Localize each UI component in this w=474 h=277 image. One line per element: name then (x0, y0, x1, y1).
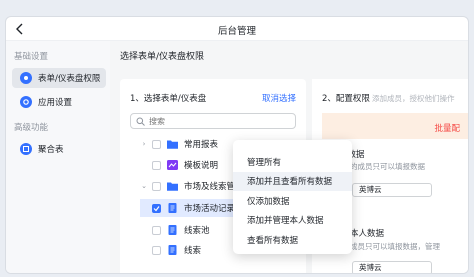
perm-own-data-label: 本人数据 (350, 229, 385, 239)
tree-checkbox-checked[interactable] (152, 203, 161, 213)
batch-config-button[interactable]: 批量配 (434, 122, 460, 134)
member-tag[interactable]: 英博云 (352, 261, 432, 273)
menu-item-add-manage-own[interactable]: 添加并管理本人数据 (233, 211, 352, 231)
section-basic-settings: 基础设置 (14, 52, 49, 62)
step2-title: 2、配置权限 (322, 94, 370, 104)
folder-icon (167, 140, 178, 149)
sidebar: 基础设置 表单/仪表盘权限 应用设置 高级功能 聚合表 (6, 41, 110, 273)
expand-caret-icon[interactable]: › (140, 140, 148, 148)
form-icon (168, 225, 177, 235)
title-bar: 后台管理 (6, 17, 468, 41)
sidebar-item-label: 表单/仪表盘权限 (38, 74, 101, 84)
sidebar-item-form-permissions[interactable]: 表单/仪表盘权限 (12, 68, 106, 88)
step2-hint: 添加成员，授权他们操作 (372, 94, 455, 103)
sidebar-item-aggregate-table[interactable]: 聚合表 (12, 139, 106, 159)
tree-label: 线索 (184, 246, 202, 256)
search-icon (136, 117, 145, 126)
tree-checkbox[interactable] (152, 225, 161, 235)
menu-item-view-all[interactable]: 查看所有数据 (233, 230, 352, 250)
menu-item-manage-all[interactable]: 管理所有 (233, 152, 352, 172)
cancel-selection-link[interactable]: 取消选择 (262, 92, 296, 104)
permission-dropdown-menu: 管理所有 添加并且查看所有数据 仅添加数据 添加并管理本人数据 查看所有数据 (233, 140, 352, 254)
search-input[interactable] (149, 116, 289, 126)
section-advanced: 高级功能 (14, 123, 49, 133)
tree-label: 模板说明 (184, 161, 219, 171)
step1-title: 1、选择表单/仪表盘 (130, 94, 207, 104)
form-icon (168, 245, 177, 255)
tree-checkbox[interactable] (152, 160, 161, 170)
gear-icon (20, 96, 32, 108)
sidebar-item-label: 聚合表 (38, 145, 64, 155)
collapse-caret-icon[interactable]: ⌄ (140, 182, 148, 190)
tree-label: 市场活动记录 (184, 204, 236, 214)
search-box[interactable] (130, 113, 296, 129)
dashboard-icon (167, 160, 178, 170)
tree-checkbox[interactable] (152, 181, 161, 191)
member-tag[interactable]: 英博云 (352, 183, 432, 197)
check-icon (153, 205, 160, 211)
perm-own-data-desc: 成员只可以填报数据，管理 (350, 242, 440, 251)
window-title: 后台管理 (217, 26, 256, 37)
grid-icon (20, 143, 32, 155)
form-icon (168, 203, 177, 213)
tree-label: 线索池 (184, 226, 210, 236)
tree-checkbox[interactable] (152, 245, 161, 255)
page-title: 选择表单/仪表盘权限 (120, 52, 205, 62)
tree-checkbox[interactable] (152, 139, 161, 149)
cloud-icon (20, 72, 32, 84)
batch-config-bar: 批量配 (322, 113, 468, 139)
folder-icon (167, 182, 178, 191)
sidebar-item-app-settings[interactable]: 应用设置 (12, 92, 106, 112)
sidebar-item-label: 应用设置 (38, 98, 73, 108)
perm-add-only-desc: 的成员只可以填报数据 (350, 162, 425, 171)
menu-item-add-and-view-all[interactable]: 添加并且查看所有数据 (233, 171, 352, 191)
tree-label: 常用报表 (184, 140, 219, 150)
menu-item-add-only[interactable]: 仅添加数据 (233, 191, 352, 211)
